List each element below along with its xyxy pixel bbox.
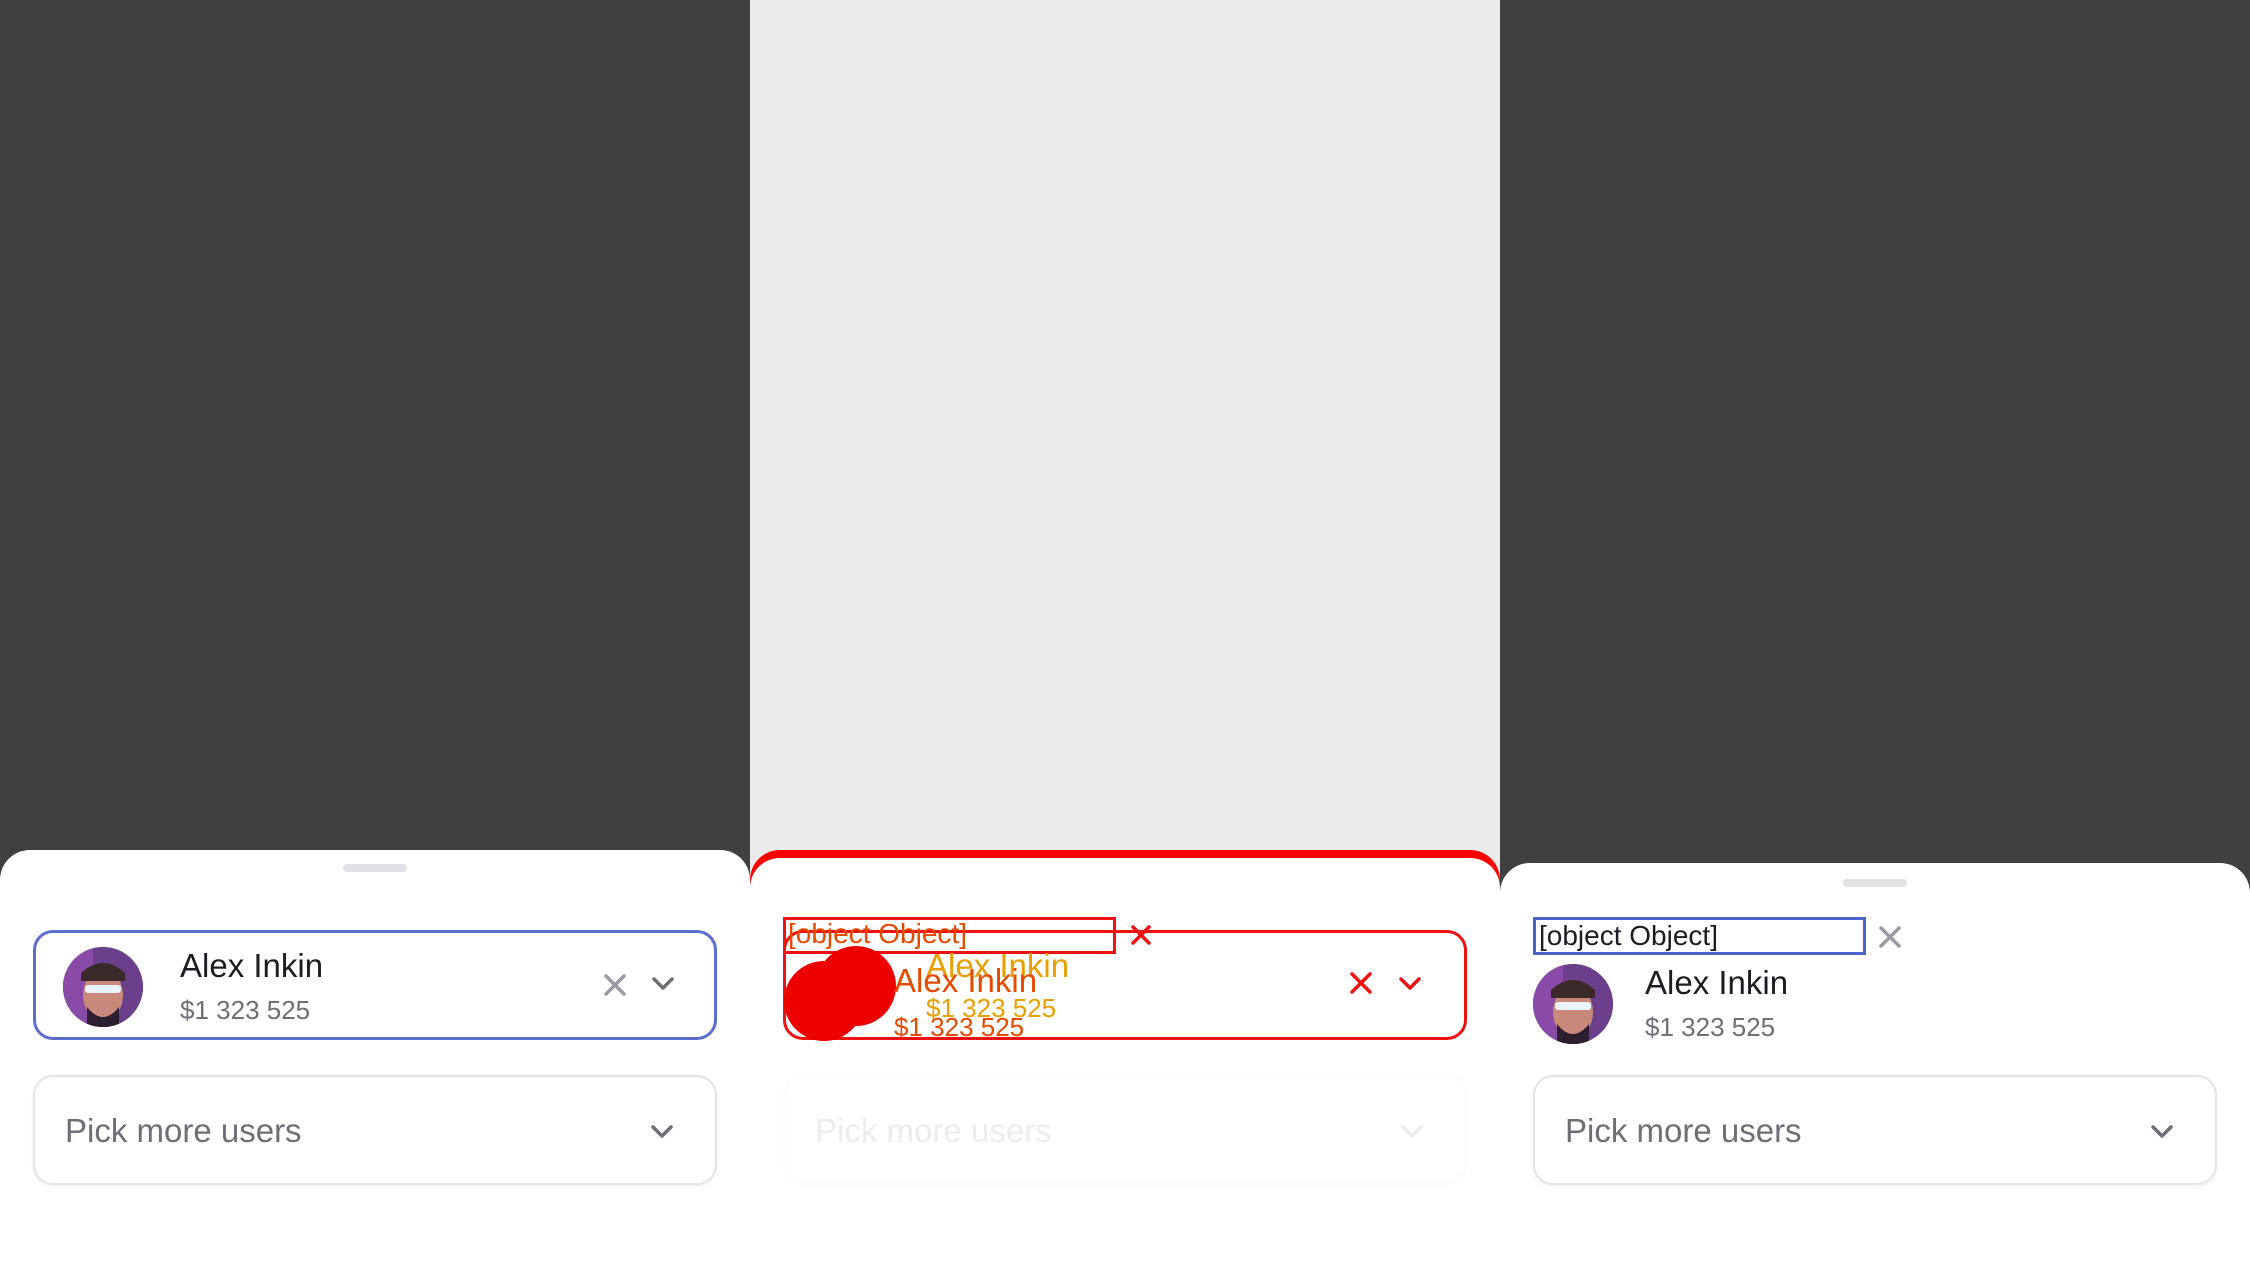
avatar <box>816 946 896 1026</box>
sheet-drag-handle[interactable] <box>343 864 407 872</box>
chevron-down-icon[interactable] <box>2149 1123 2175 1141</box>
tag-label: [object Object] <box>1539 920 1718 951</box>
more-users-select[interactable]: Pick more users <box>783 1075 1467 1185</box>
more-users-select[interactable]: Pick more users <box>1533 1075 2217 1185</box>
chevron-down-icon[interactable] <box>1397 976 1423 992</box>
close-icon[interactable] <box>1130 924 1152 946</box>
more-users-placeholder: Pick more users <box>1565 1112 1802 1149</box>
tag-box[interactable]: [object Object] <box>1533 917 1866 955</box>
panel-middle: [object Object] Alex Inkin Alex Inkin $1… <box>750 0 1500 1266</box>
selected-user-amount: $1 323 525 <box>894 1012 1025 1042</box>
chevron-down-icon[interactable] <box>1399 1123 1425 1141</box>
selected-user-name: Alex Inkin <box>1645 964 1789 1001</box>
avatar <box>1533 964 1613 1044</box>
selected-user-name: Alex Inkin <box>180 947 324 984</box>
bottom-sheet: Alex Inkin $1 323 525 Pick more users <box>0 850 750 1266</box>
more-users-placeholder: Pick more users <box>815 1112 1052 1149</box>
bottom-sheet: [object Object] Alex Inkin $1 323 525 Pi… <box>1500 863 2250 1266</box>
selected-user-amount: $1 323 525 <box>1645 1012 1776 1042</box>
close-icon[interactable] <box>1878 925 1902 949</box>
avatar <box>63 947 143 1027</box>
chevron-down-icon[interactable] <box>650 975 676 993</box>
user-select[interactable]: Alex Inkin $1 323 525 <box>33 930 717 1040</box>
close-icon[interactable] <box>602 972 628 998</box>
tag-label: [object Object] <box>788 918 967 949</box>
selected-user-amount: $1 323 525 <box>180 995 311 1025</box>
sheet-drag-handle[interactable] <box>1843 879 1907 887</box>
bottom-sheet: [object Object] Alex Inkin Alex Inkin $1… <box>750 850 1500 1266</box>
close-icon[interactable] <box>1349 971 1373 995</box>
panel-right: [object Object] Alex Inkin $1 323 525 Pi… <box>1500 0 2250 1266</box>
chevron-down-icon[interactable] <box>649 1123 675 1141</box>
panel-left: Alex Inkin $1 323 525 Pick more users <box>0 0 750 1266</box>
more-users-select[interactable]: Pick more users <box>33 1075 717 1185</box>
more-users-placeholder: Pick more users <box>65 1112 302 1149</box>
